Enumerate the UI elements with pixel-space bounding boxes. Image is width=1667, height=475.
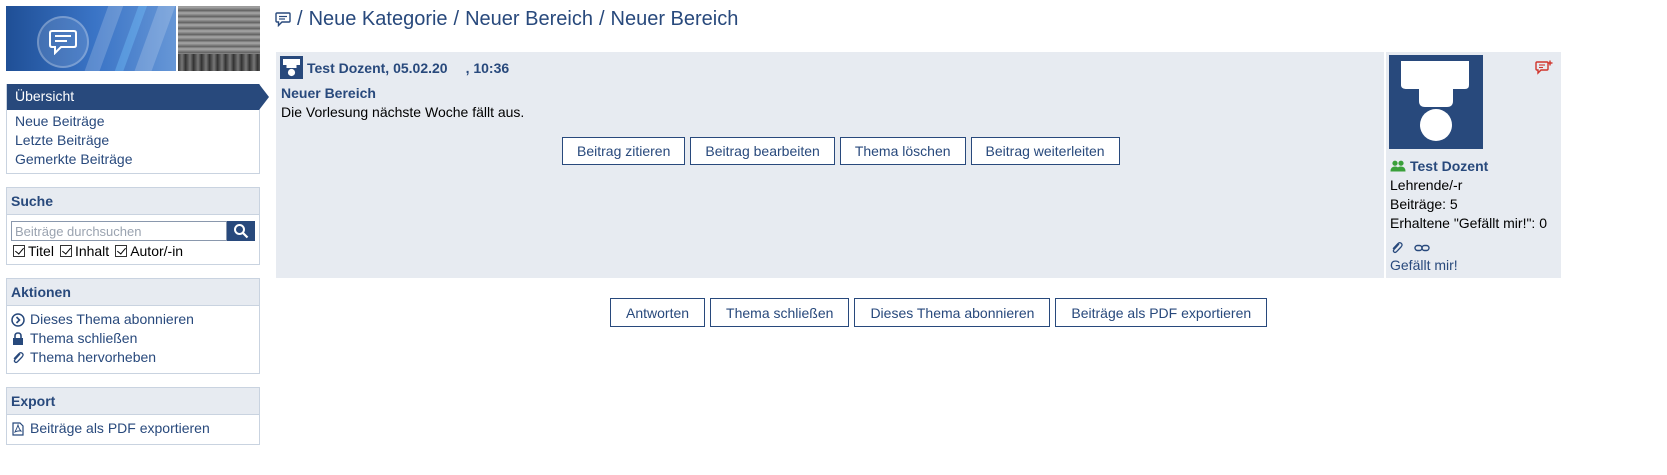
breadcrumb-item-area[interactable]: Neuer Bereich	[465, 8, 593, 31]
edit-post-button[interactable]: Beitrag bearbeiten	[690, 137, 835, 165]
breadcrumb-item-topic[interactable]: Neuer Bereich	[611, 8, 739, 31]
sidebar: Übersicht Neue Beiträge Letzte Beiträge …	[6, 6, 269, 445]
export-title: Export	[7, 388, 259, 415]
forum-icon	[275, 11, 291, 27]
checkbox-title[interactable]	[13, 245, 25, 257]
post-body: Die Vorlesung nächste Woche fällt aus.	[281, 104, 525, 120]
author-post-count: Beiträge: 5	[1390, 196, 1458, 212]
reply-button[interactable]: Antworten	[610, 298, 706, 327]
author-avatar[interactable]	[1389, 55, 1483, 149]
post-time: , 10:36	[465, 59, 510, 76]
search-option-author-label: Autor/-in	[130, 243, 184, 259]
breadcrumb: / Neue Kategorie / Neuer Bereich / Neuer…	[275, 6, 738, 32]
post-author-panel: Test Dozent Lehrende/-r Beiträge: 5 Erha…	[1384, 52, 1561, 278]
action-close-topic[interactable]: Thema schließen	[11, 329, 255, 348]
forward-post-button[interactable]: Beitrag weiterleiten	[970, 137, 1120, 165]
export-box: Export Beiträge als PDF exportieren	[6, 387, 260, 445]
group-icon	[1390, 160, 1406, 172]
actions-box: Aktionen Dieses Thema abonnieren Thema s…	[6, 278, 260, 374]
post-title: Neuer Bereich	[281, 85, 376, 101]
search-icon	[233, 223, 249, 239]
reply-icon[interactable]	[1535, 60, 1553, 76]
quote-post-button[interactable]: Beitrag zitieren	[562, 137, 686, 165]
banner-photo	[176, 6, 260, 71]
author-role: Lehrende/-r	[1390, 177, 1463, 193]
post-author-date[interactable]: Test Dozent, 05.02.20	[307, 60, 448, 76]
action-close-label: Thema schließen	[30, 330, 138, 346]
action-highlight-label: Thema hervorheben	[30, 349, 157, 365]
search-option-content-label: Inhalt	[74, 243, 110, 259]
search-title: Suche	[7, 188, 259, 215]
author-likes-received: Erhaltene "Gefällt mir!": 0	[1390, 215, 1548, 231]
checkbox-content[interactable]	[59, 245, 72, 257]
breadcrumb-separator: /	[598, 7, 605, 30]
search-box: Suche Titel Inhalt	[6, 187, 260, 265]
lock-icon	[11, 331, 25, 346]
search-input[interactable]	[11, 221, 228, 241]
breadcrumb-separator: /	[453, 7, 460, 30]
nav-item-overview[interactable]: Übersicht	[7, 84, 269, 110]
search-button[interactable]	[227, 221, 255, 241]
search-option-author[interactable]: Autor/-in	[115, 243, 183, 259]
forum-post: Test Dozent, 05.02.20 , 10:36 Neuer Bere…	[276, 52, 1561, 278]
search-option-title-label: Titel	[28, 243, 54, 259]
paperclip-icon[interactable]	[1390, 241, 1404, 255]
post-header: Test Dozent, 05.02.20 , 10:36	[280, 56, 509, 79]
author-name-label: Test Dozent	[1410, 158, 1489, 174]
subscribe-icon	[11, 312, 25, 327]
topic-actions: Antworten Thema schließen Dieses Thema a…	[610, 298, 1268, 327]
close-topic-button[interactable]: Thema schließen	[710, 298, 850, 327]
action-export-pdf-label: Beiträge als PDF exportieren	[30, 420, 210, 436]
search-option-title[interactable]: Titel	[13, 243, 54, 259]
forum-banner	[6, 6, 260, 71]
search-option-content[interactable]: Inhalt	[59, 243, 110, 259]
avatar[interactable]	[280, 56, 303, 79]
pdf-icon	[11, 421, 25, 436]
actions-title: Aktionen	[7, 279, 259, 306]
author-name[interactable]: Test Dozent	[1390, 158, 1488, 174]
delete-topic-button[interactable]: Thema löschen	[839, 137, 966, 165]
breadcrumb-item-category[interactable]: Neue Kategorie	[309, 8, 448, 31]
post-actions: Beitrag zitieren Beitrag bearbeiten Them…	[562, 137, 1120, 165]
action-subscribe-label: Dieses Thema abonnieren	[30, 311, 194, 327]
breadcrumb-separator: /	[297, 7, 303, 30]
nav-item-bookmarked-posts[interactable]: Gemerkte Beiträge	[7, 150, 259, 169]
checkbox-author[interactable]	[115, 245, 128, 257]
export-pdf-button[interactable]: Beiträge als PDF exportieren	[1055, 298, 1268, 327]
action-export-pdf[interactable]: Beiträge als PDF exportieren	[11, 419, 255, 438]
subscribe-topic-button[interactable]: Dieses Thema abonnieren	[854, 298, 1051, 327]
nav-item-latest-posts[interactable]: Letzte Beiträge	[7, 131, 259, 150]
link-icon[interactable]	[1414, 241, 1430, 255]
post-content: Test Dozent, 05.02.20 , 10:36 Neuer Bere…	[276, 52, 1382, 278]
nav-item-new-posts[interactable]: Neue Beiträge	[7, 112, 259, 131]
action-highlight-topic[interactable]: Thema hervorheben	[11, 348, 255, 367]
forum-navigation: Übersicht Neue Beiträge Letzte Beiträge …	[6, 84, 269, 174]
post-tools	[1390, 241, 1430, 255]
action-subscribe-topic[interactable]: Dieses Thema abonnieren	[11, 310, 255, 329]
paperclip-icon	[11, 351, 25, 365]
forum-bubble-icon	[49, 29, 77, 55]
like-link[interactable]: Gefällt mir!	[1390, 257, 1458, 273]
